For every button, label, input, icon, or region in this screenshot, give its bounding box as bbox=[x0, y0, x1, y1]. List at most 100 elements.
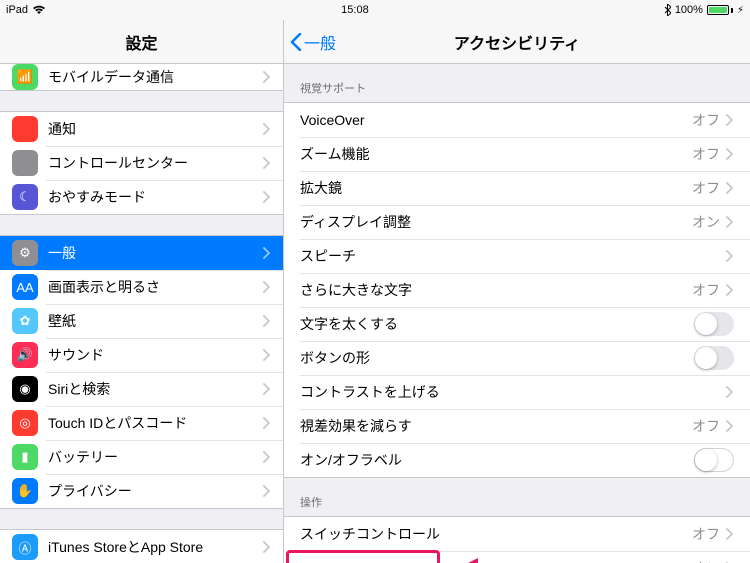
chevron-right-icon bbox=[263, 123, 271, 135]
sidebar-item-label: 壁紙 bbox=[48, 311, 263, 331]
clock: 15:08 bbox=[341, 4, 369, 16]
toggle-switch[interactable] bbox=[694, 448, 734, 472]
sidebar-item[interactable]: ◉Siriと検索 bbox=[0, 372, 283, 406]
speaker-icon: 🔊 bbox=[12, 342, 38, 368]
sidebar-item[interactable]: AA 画面表示と明るさ bbox=[0, 270, 283, 304]
detail-title: アクセシビリティ bbox=[284, 30, 750, 54]
toggle-switch[interactable] bbox=[694, 312, 734, 336]
battery-percent: 100% bbox=[675, 4, 703, 16]
settings-row[interactable]: 視差効果を減らすオフ bbox=[284, 409, 750, 443]
sidebar-item[interactable]: ▮ バッテリー bbox=[0, 440, 283, 474]
moon-icon: ☾ bbox=[12, 184, 38, 210]
settings-row[interactable]: 拡大鏡オフ bbox=[284, 171, 750, 205]
appstore-icon: Ⓐ bbox=[12, 534, 38, 560]
antenna-icon: 📶 bbox=[12, 64, 38, 90]
sidebar-item-label: おやすみモード bbox=[48, 187, 263, 207]
chevron-right-icon bbox=[726, 148, 734, 160]
charging-icon: ⚡︎ bbox=[737, 5, 744, 16]
sidebar-item-label: 通知 bbox=[48, 119, 263, 139]
wifi-icon bbox=[32, 5, 46, 15]
chevron-right-icon bbox=[263, 451, 271, 463]
chevron-right-icon bbox=[263, 417, 271, 429]
settings-row-label: VoiceOver bbox=[300, 112, 692, 128]
settings-row-value: オン bbox=[692, 212, 720, 232]
chevron-right-icon bbox=[726, 114, 734, 126]
settings-row-value: オフ bbox=[692, 110, 720, 130]
hand-icon: ✋ bbox=[12, 478, 38, 504]
settings-row[interactable]: ディスプレイ調整オン bbox=[284, 205, 750, 239]
section-header: 視覚サポート bbox=[284, 64, 750, 102]
settings-row-label: ボタンの形 bbox=[300, 348, 694, 368]
chevron-right-icon bbox=[263, 191, 271, 203]
sidebar-item[interactable]: ⚙︎ 一般 bbox=[0, 236, 283, 270]
settings-row-label: スピーチ bbox=[300, 246, 726, 266]
sidebar-item-label: Touch IDとパスコード bbox=[48, 413, 263, 433]
sidebar-item-label: 一般 bbox=[48, 243, 263, 263]
settings-row-label: さらに大きな文字 bbox=[300, 280, 692, 300]
chevron-right-icon bbox=[263, 349, 271, 361]
settings-row-value: オフ bbox=[692, 524, 720, 544]
settings-row-value: オフ bbox=[692, 144, 720, 164]
settings-row-label: オン/オフラベル bbox=[300, 450, 694, 470]
fingerprint-icon: ◎ bbox=[12, 410, 38, 436]
flower-icon: ✿ bbox=[12, 308, 38, 334]
settings-row[interactable]: コントラストを上げる bbox=[284, 375, 750, 409]
chevron-right-icon bbox=[263, 383, 271, 395]
settings-row[interactable]: オン/オフラベル bbox=[284, 443, 750, 477]
settings-row-label: ディスプレイ調整 bbox=[300, 212, 692, 232]
text-size-icon: AA bbox=[12, 274, 38, 300]
back-button[interactable]: 一般 bbox=[284, 30, 336, 54]
settings-row-value: オフ bbox=[692, 416, 720, 436]
sidebar-item[interactable]: ◎ Touch IDとパスコード bbox=[0, 406, 283, 440]
battery-icon: ▮ bbox=[12, 444, 38, 470]
sidebar-item-label: iTunes StoreとApp Store bbox=[48, 537, 263, 557]
settings-row[interactable]: さらに大きな文字オフ bbox=[284, 273, 750, 307]
section-header: 操作 bbox=[284, 478, 750, 516]
bell-icon bbox=[12, 116, 38, 142]
settings-row[interactable]: スイッチコントロールオフ bbox=[284, 517, 750, 551]
settings-title: 設定 bbox=[0, 20, 283, 64]
sidebar-item[interactable]: コントロールセンター bbox=[0, 146, 283, 180]
sidebar-item[interactable]: 📶 モバイルデータ通信 bbox=[0, 64, 283, 90]
toggle-switch[interactable] bbox=[694, 346, 734, 370]
settings-row-label: 視差効果を減らす bbox=[300, 416, 692, 436]
settings-row-value: オフ bbox=[692, 178, 720, 198]
settings-row[interactable]: 文字を太くする bbox=[284, 307, 750, 341]
chevron-right-icon bbox=[726, 284, 734, 296]
settings-row-label: ズーム機能 bbox=[300, 144, 692, 164]
carrier-label: iPad bbox=[6, 4, 28, 16]
settings-row[interactable]: AssistiveTouchオン bbox=[284, 551, 750, 563]
settings-sidebar: 設定 📶 モバイルデータ通信通知コントロールセンター ☾ おやすみモード ⚙︎ 一般 AA 画… bbox=[0, 20, 284, 563]
sidebar-item-label: プライバシー bbox=[48, 481, 263, 501]
sidebar-item[interactable]: 通知 bbox=[0, 112, 283, 146]
settings-row-label: 拡大鏡 bbox=[300, 178, 692, 198]
sidebar-item-label: モバイルデータ通信 bbox=[48, 67, 263, 87]
settings-row[interactable]: スピーチ bbox=[284, 239, 750, 273]
chevron-right-icon bbox=[263, 281, 271, 293]
sidebar-item-label: Siriと検索 bbox=[48, 379, 263, 399]
chevron-right-icon bbox=[726, 250, 734, 262]
back-label: 一般 bbox=[304, 30, 336, 54]
sidebar-item-label: サウンド bbox=[48, 345, 263, 365]
chevron-right-icon bbox=[263, 157, 271, 169]
detail-pane: 一般 アクセシビリティ 視覚サポートVoiceOverオフズーム機能オフ拡大鏡オ… bbox=[284, 20, 750, 563]
sidebar-item[interactable]: ✿ 壁紙 bbox=[0, 304, 283, 338]
sidebar-item[interactable]: ☾ おやすみモード bbox=[0, 180, 283, 214]
gear-icon: ⚙︎ bbox=[12, 240, 38, 266]
chevron-right-icon bbox=[263, 247, 271, 259]
chevron-right-icon bbox=[726, 182, 734, 194]
battery-icon bbox=[707, 5, 733, 15]
bluetooth-icon bbox=[664, 4, 671, 16]
chevron-right-icon bbox=[263, 485, 271, 497]
sidebar-item-label: コントロールセンター bbox=[48, 153, 263, 173]
chevron-right-icon bbox=[263, 541, 271, 553]
sidebar-item-label: バッテリー bbox=[48, 447, 263, 467]
sidebar-item[interactable]: ⒶiTunes StoreとApp Store bbox=[0, 530, 283, 563]
sidebar-item[interactable]: 🔊 サウンド bbox=[0, 338, 283, 372]
chevron-right-icon bbox=[726, 420, 734, 432]
sidebar-item-label: 画面表示と明るさ bbox=[48, 277, 263, 297]
settings-row[interactable]: ボタンの形 bbox=[284, 341, 750, 375]
sidebar-item[interactable]: ✋ プライバシー bbox=[0, 474, 283, 508]
settings-row[interactable]: ズーム機能オフ bbox=[284, 137, 750, 171]
settings-row[interactable]: VoiceOverオフ bbox=[284, 103, 750, 137]
